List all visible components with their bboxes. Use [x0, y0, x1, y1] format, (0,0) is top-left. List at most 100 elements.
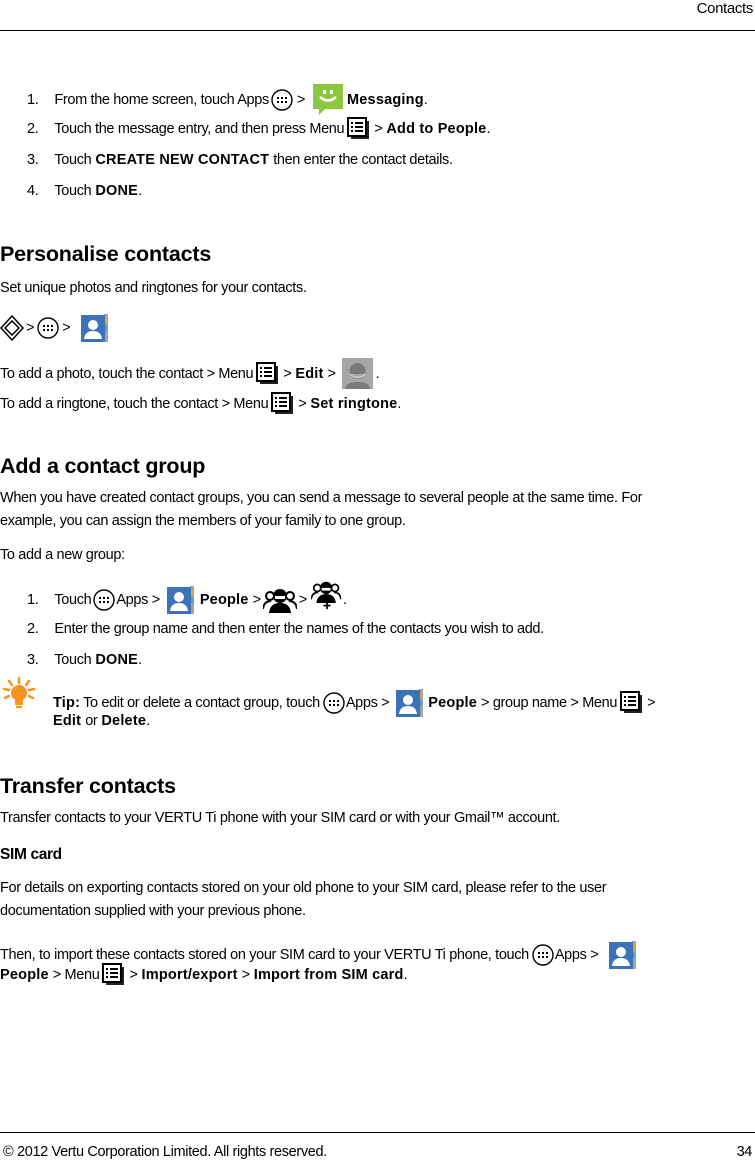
step-item: 1. From the home screen, touch Apps > Me… [27, 84, 428, 116]
import-instruction-line: People > Menu > Import/export > Import f… [0, 963, 408, 987]
people-label: People [199, 592, 249, 608]
messaging-label: Messaging [347, 92, 424, 108]
step-text: Touch [54, 152, 92, 168]
separator: > [252, 592, 261, 608]
people-app-icon [608, 940, 638, 970]
apps-icon [93, 589, 115, 611]
section-heading-personalise: Personalise contacts [0, 242, 212, 266]
messaging-icon [313, 84, 344, 115]
tip-line: Edit or Delete . [53, 711, 150, 731]
section-heading-transfer: Transfer contacts [0, 774, 176, 798]
step-number: 2. [27, 621, 39, 637]
punctuation: . [342, 592, 347, 608]
add-group-icon [310, 580, 341, 610]
step-text: Touch [54, 183, 92, 199]
set-ringtone-label: Set ringtone [310, 396, 398, 412]
footer-rule [0, 1132, 755, 1133]
step-number: 3. [27, 652, 39, 668]
import-export-label: Import/export [141, 967, 238, 983]
step-number: 2. [27, 121, 39, 137]
step-text: Apps > [116, 592, 160, 608]
header-rule [0, 30, 755, 31]
add-photo-instruction: To add a photo, touch the contact > Menu… [0, 358, 380, 389]
group-lead-in: To add a new group: [0, 547, 125, 563]
section-heading-group: Add a contact group [0, 454, 206, 478]
punctuation: . [375, 365, 380, 382]
done-label: DONE [95, 183, 139, 199]
tip-lightbulb-icon [2, 676, 36, 708]
punctuation: . [146, 713, 150, 729]
instruction-text: To add a ringtone, touch the contact > M… [0, 396, 269, 412]
instruction-text: Then, to import these contacts stored on… [0, 947, 529, 963]
menu-icon [620, 691, 644, 715]
group-paragraph-line: When you have created contact groups, yo… [0, 490, 643, 506]
page-number: 34 [736, 1144, 753, 1160]
step-item: 1. Touch Apps > People > > . [27, 580, 347, 615]
menu-icon [347, 117, 371, 141]
step-item: 2. Touch the message entry, and then pre… [27, 117, 490, 141]
contact-photo-placeholder-icon [341, 358, 373, 389]
people-app-icon [80, 313, 110, 343]
separator: > [327, 365, 336, 382]
separator: > [241, 967, 250, 983]
add-ringtone-instruction: To add a ringtone, touch the contact > M… [0, 392, 401, 416]
step-text: Touch [54, 652, 92, 668]
done-label: DONE [95, 652, 139, 668]
step-item: 2. Enter the group name and then enter t… [27, 619, 544, 639]
apps-icon [532, 944, 554, 966]
people-app-icon [395, 688, 425, 718]
apps-icon [271, 89, 293, 111]
separator: > [283, 365, 292, 382]
step-item: 4. Touch DONE . [27, 181, 142, 201]
personalise-path: > > [0, 313, 113, 343]
tip-text: > group name > Menu [481, 695, 618, 711]
punctuation: . [403, 967, 408, 983]
menu-icon [102, 963, 126, 987]
separator: > [296, 92, 306, 108]
tip-text: or [85, 713, 98, 729]
delete-label: Delete [101, 713, 147, 729]
apps-icon [323, 692, 345, 714]
instruction-text: > Menu [52, 967, 100, 983]
separator: > [647, 695, 656, 711]
menu-icon [256, 362, 280, 386]
edit-label: Edit [53, 713, 82, 729]
step-text: then enter the contact details. [273, 152, 453, 168]
separator: > [298, 592, 307, 608]
step-text: Enter the group name and then enter the … [54, 621, 544, 637]
punctuation: . [138, 652, 142, 668]
step-number: 3. [27, 152, 39, 168]
separator: > [62, 320, 71, 336]
people-app-icon [166, 585, 196, 615]
punctuation: . [423, 92, 428, 108]
separator: > [298, 396, 307, 412]
running-header-title: Contacts [696, 0, 754, 17]
transfer-intro: Transfer contacts to your VERTU Ti phone… [0, 810, 560, 826]
people-label: People [428, 695, 478, 711]
sim-paragraph-line: documentation supplied with your previou… [0, 903, 306, 919]
import-from-sim-label: Import from SIM card [253, 967, 404, 983]
menu-icon [271, 392, 295, 416]
groups-icon [263, 587, 297, 613]
add-to-people-label: Add to People [386, 121, 487, 137]
step-number: 1. [27, 92, 39, 108]
separator: > [129, 967, 138, 983]
step-text: Touch the message entry, and then press … [54, 121, 345, 137]
step-number: 1. [27, 592, 39, 608]
punctuation: . [397, 396, 402, 412]
instruction-text: Apps > [554, 947, 599, 963]
footer-copyright: © 2012 Vertu Corporation Limited. All ri… [3, 1144, 327, 1160]
create-new-contact-label: CREATE NEW CONTACT [95, 152, 270, 168]
tip-text: To edit or delete a contact group, touch [83, 695, 320, 711]
step-item: 3. Touch CREATE NEW CONTACT then enter t… [27, 150, 453, 170]
tip-label: Tip: [53, 695, 81, 711]
people-label: People [0, 967, 49, 983]
subheading-sim-card: SIM card [0, 846, 62, 863]
step-item: 3. Touch DONE . [27, 650, 142, 670]
sim-paragraph-line: For details on exporting contacts stored… [0, 880, 607, 896]
separator: > [26, 320, 35, 336]
step-text: From the home screen, touch Apps [54, 92, 269, 108]
tip-text: Apps > [345, 695, 390, 711]
step-text: Touch [54, 592, 92, 608]
punctuation: . [138, 183, 142, 199]
